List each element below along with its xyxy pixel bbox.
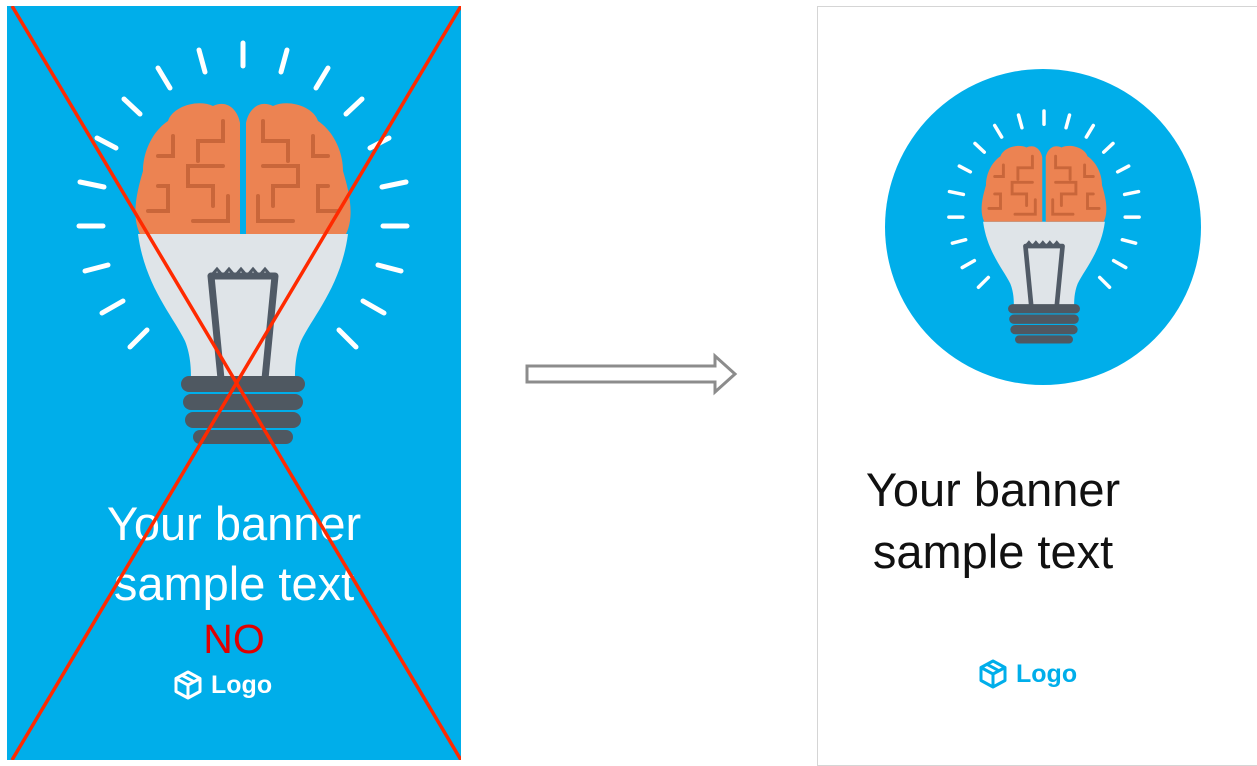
cube-icon: [174, 670, 202, 700]
good-banner-title-line2: sample text: [872, 525, 1114, 578]
bad-banner-title-line2: sample text: [113, 557, 355, 610]
good-banner-title: Your banner sample text: [818, 459, 1168, 583]
bulb-base: [181, 376, 305, 444]
circle-illustration: [885, 69, 1201, 385]
bad-banner-logo: Logo: [173, 670, 272, 700]
good-banner-example: Your banner sample text Logo: [817, 6, 1257, 766]
good-banner-logo-text: Logo: [1016, 659, 1078, 688]
good-banner-title-line1: Your banner: [865, 463, 1121, 516]
bad-banner-title-line1: Your banner: [106, 497, 362, 550]
bad-banner-title: Your banner sample text: [7, 494, 461, 614]
bad-banner-example: Your banner sample text NO Logo: [7, 6, 461, 760]
good-banner-logo: Logo: [978, 659, 1077, 689]
cube-icon: [979, 659, 1007, 689]
bad-banner-logo-text: Logo: [211, 670, 273, 699]
no-verdict-label: NO: [203, 616, 265, 662]
right-arrow-icon: [525, 352, 738, 396]
